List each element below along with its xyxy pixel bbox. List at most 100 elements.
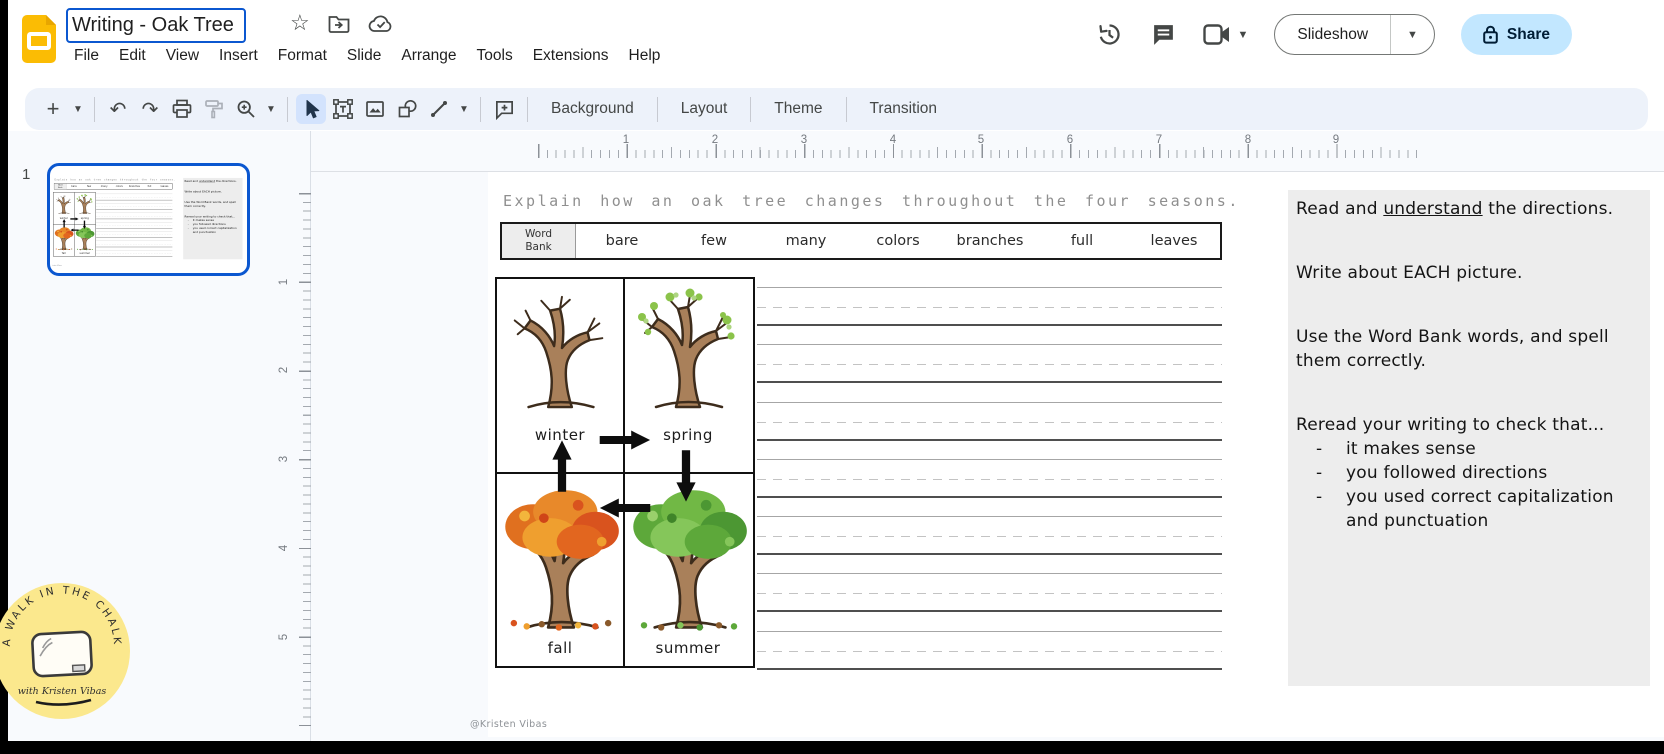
- writing-line-group: [757, 344, 1222, 383]
- writing-line-group: [757, 573, 1222, 612]
- insert-comment-button[interactable]: [489, 94, 519, 124]
- ruler-v-number: 4: [278, 545, 290, 551]
- zoom-button[interactable]: [231, 94, 261, 124]
- menu-tools[interactable]: Tools: [467, 43, 523, 69]
- writing-line-group: [96, 250, 172, 256]
- slideshow-button[interactable]: Slideshow: [1275, 15, 1390, 54]
- new-slide-caret-icon[interactable]: ▼: [70, 94, 86, 124]
- menu-view[interactable]: View: [156, 43, 209, 69]
- word-bank-table[interactable]: Word Bank bare few many colors branches …: [54, 183, 172, 189]
- menu-edit[interactable]: Edit: [109, 43, 156, 69]
- season-label-fall: fall: [53, 252, 74, 255]
- menu-format[interactable]: Format: [268, 43, 337, 69]
- select-tool-button[interactable]: [296, 94, 326, 124]
- direction-bullet: -it makes sense: [185, 218, 241, 222]
- menu-insert[interactable]: Insert: [209, 43, 268, 69]
- writing-line-group: [96, 231, 172, 237]
- theme-button[interactable]: Theme: [758, 93, 838, 125]
- slide-thumbnail[interactable]: Explain how an oak tree changes througho…: [47, 163, 250, 276]
- spring-tree-image: [75, 194, 94, 215]
- word-bank-word: colors: [112, 184, 127, 190]
- insert-shape-button[interactable]: [392, 94, 422, 124]
- slideshow-button-group: Slideshow ▼: [1274, 14, 1435, 55]
- menu-file[interactable]: File: [64, 43, 109, 69]
- transition-button[interactable]: Transition: [854, 93, 953, 125]
- doc-title-input[interactable]: Writing - Oak Tree: [66, 8, 246, 43]
- summer-tree-image: [75, 226, 95, 251]
- undo-button[interactable]: ↶: [103, 94, 133, 124]
- new-slide-button[interactable]: +: [38, 94, 68, 124]
- menu-slide[interactable]: Slide: [337, 43, 391, 69]
- ruler-v-number: 1: [278, 279, 290, 285]
- slides-logo-icon[interactable]: [20, 14, 58, 64]
- word-bank-word: bare: [576, 224, 668, 258]
- word-bank-table[interactable]: Word Bank bare few many colors branches …: [500, 222, 1222, 260]
- slideshow-caret-button[interactable]: ▼: [1390, 15, 1434, 54]
- insert-image-button[interactable]: [360, 94, 390, 124]
- direction-bullet: -you followed directions: [185, 222, 241, 226]
- writing-lines[interactable]: [96, 194, 172, 260]
- background-button[interactable]: Background: [535, 93, 650, 125]
- ruler-h-number: 8: [1245, 134, 1251, 146]
- season-cycle-grid[interactable]: winter spring: [495, 277, 755, 668]
- ruler-h-number: 3: [801, 134, 807, 146]
- writing-line-group: [96, 222, 172, 228]
- word-bank-word: full: [1036, 224, 1128, 258]
- winter-tree-image: [502, 287, 618, 411]
- paint-format-button[interactable]: [199, 94, 229, 124]
- worksheet-title[interactable]: Explain how an oak tree changes througho…: [54, 178, 175, 181]
- insert-line-button[interactable]: [424, 94, 454, 124]
- season-cycle-grid[interactable]: winter spring: [53, 192, 96, 256]
- arrow-summer-to-fall-icon: [70, 228, 79, 232]
- writing-lines[interactable]: [757, 287, 1222, 688]
- layout-button[interactable]: Layout: [665, 93, 744, 125]
- slide-number: 1: [22, 166, 30, 183]
- direction-write: Write about EACH picture.: [185, 190, 241, 194]
- direction-write: Write about EACH picture.: [1296, 261, 1640, 285]
- word-bank-word: branches: [127, 184, 142, 190]
- move-folder-icon[interactable]: [328, 14, 350, 33]
- writing-line-group: [757, 287, 1222, 326]
- text-box-button[interactable]: [328, 94, 358, 124]
- directions-panel[interactable]: Read and understand the directions. Writ…: [183, 178, 242, 259]
- directions-panel[interactable]: Read and understand the directions. Writ…: [1288, 190, 1650, 686]
- writing-line-group: [757, 631, 1222, 670]
- worksheet-title[interactable]: Explain how an oak tree changes througho…: [503, 192, 1240, 210]
- season-label-winter: winter: [53, 217, 74, 220]
- ruler-h-number: 5: [978, 134, 984, 146]
- whiteboard-icon: [32, 632, 92, 677]
- slide-page[interactable]: Explain how an oak tree changes througho…: [52, 175, 245, 268]
- comments-icon[interactable]: [1149, 21, 1177, 49]
- direction-wordbank: Use the Word Bank words, and spell them …: [185, 200, 241, 208]
- share-label: Share: [1507, 26, 1550, 44]
- cloud-saved-icon[interactable]: [368, 14, 394, 33]
- menu-arrange[interactable]: Arrange: [391, 43, 466, 69]
- print-button[interactable]: [167, 94, 197, 124]
- share-button[interactable]: Share: [1461, 14, 1572, 55]
- word-bank-word: bare: [66, 184, 81, 190]
- zoom-caret-icon[interactable]: ▼: [263, 94, 279, 124]
- direction-bullet: -you used correct capitalization and pun…: [185, 226, 241, 234]
- star-icon[interactable]: ☆: [290, 12, 310, 34]
- line-caret-icon[interactable]: ▼: [456, 94, 472, 124]
- arrow-fall-to-winter-icon: [62, 219, 66, 228]
- version-history-icon[interactable]: [1095, 21, 1123, 49]
- menu-extensions[interactable]: Extensions: [523, 43, 619, 69]
- camera-icon: [1203, 24, 1231, 45]
- camera-caret-icon[interactable]: ▼: [1237, 29, 1248, 41]
- badge-subtitle: with Kristen Vibas: [18, 686, 107, 697]
- word-bank-label: Word Bank: [54, 184, 66, 190]
- ruler-h-number: 2: [712, 134, 718, 146]
- word-bank-word: full: [142, 184, 157, 190]
- credit-text: @Kristen Vibas: [470, 719, 547, 730]
- screen-edge-bottom: [0, 741, 1664, 754]
- season-label-spring: spring: [74, 217, 95, 220]
- thumbnail-content: Explain how an oak tree changes througho…: [52, 168, 245, 271]
- redo-button[interactable]: ↷: [135, 94, 165, 124]
- slide-page[interactable]: Explain how an oak tree changes througho…: [488, 172, 1664, 737]
- menu-help[interactable]: Help: [619, 43, 671, 69]
- word-bank-word: few: [82, 184, 97, 190]
- arrow-spring-to-summer-icon: [675, 447, 697, 503]
- meet-camera-control[interactable]: ▼: [1203, 24, 1248, 45]
- ruler-h-number: 6: [1067, 134, 1073, 146]
